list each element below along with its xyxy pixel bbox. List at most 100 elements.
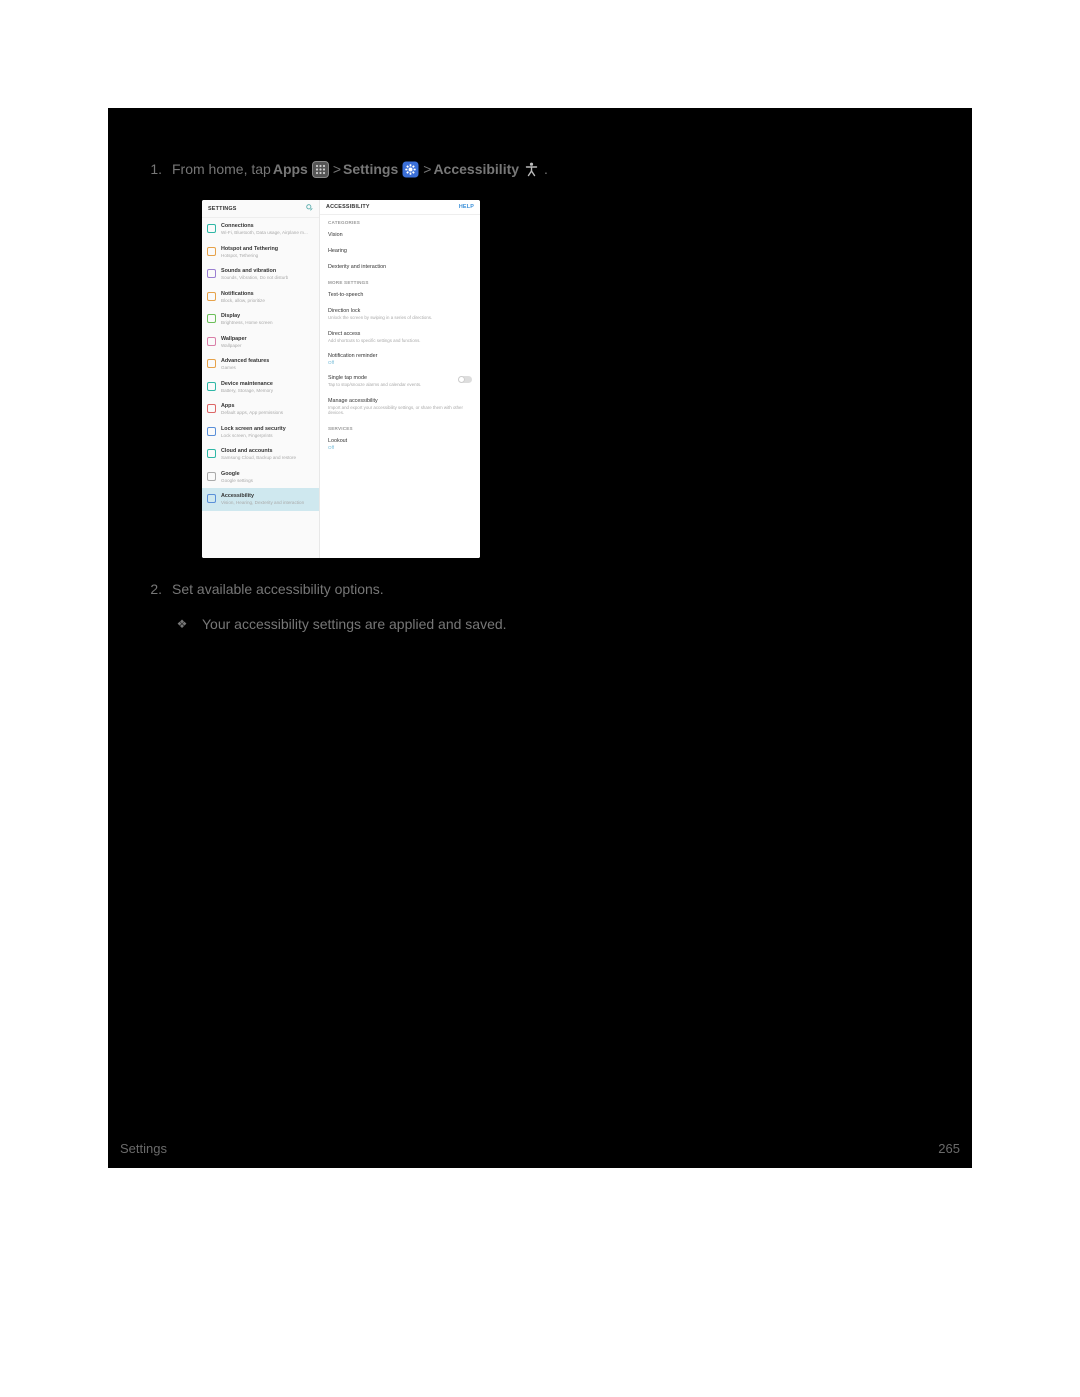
settings-item-title: Text-to-speech bbox=[328, 292, 472, 298]
sidebar-item: Cloud and accountsSamsung Cloud, Backup … bbox=[202, 443, 319, 466]
settings-item-title: Dexterity and interaction bbox=[328, 264, 472, 270]
apps-grid-icon bbox=[312, 161, 329, 178]
sidebar-item: Advanced featuresGames bbox=[202, 353, 319, 376]
settings-item-subtitle: Import and export your accessibility set… bbox=[328, 405, 472, 416]
sidebar-item-title: Google bbox=[221, 471, 253, 477]
sidebar-item-icon bbox=[207, 224, 216, 233]
diamond-bullet: ❖ bbox=[162, 617, 202, 631]
sidebar-item-icon bbox=[207, 269, 216, 278]
settings-item: Hearing bbox=[320, 243, 480, 259]
sidebar-item-subtitle: Brightness, Home screen bbox=[221, 320, 273, 326]
sidebar-item-title: Lock screen and security bbox=[221, 426, 286, 432]
sidebar-item-title: Apps bbox=[221, 403, 283, 409]
settings-item: Text-to-speech bbox=[320, 287, 480, 303]
step-1-settings-label: Settings bbox=[343, 158, 398, 180]
step-1-prefix: From home, tap bbox=[172, 158, 271, 180]
step-1: 1. From home, tap Apps > Settings > bbox=[142, 158, 938, 558]
sub-text: Your accessibility settings are applied … bbox=[202, 616, 507, 632]
step-1-sep-2: > bbox=[423, 158, 431, 180]
footer-page-number: 265 bbox=[938, 1141, 960, 1156]
settings-screenshot: SETTINGS ConnectionsWi-Fi, Bluetooth, Da… bbox=[202, 200, 480, 558]
sidebar-item-title: Display bbox=[221, 313, 273, 319]
settings-item: Direct accessAdd shortcuts to specific s… bbox=[320, 326, 480, 349]
step-1-sep-1: > bbox=[333, 158, 341, 180]
settings-item-title: Direct access bbox=[328, 331, 472, 337]
shot-right-header: ACCESSIBILITY bbox=[326, 204, 370, 210]
sidebar-item-subtitle: Wi-Fi, Bluetooth, Data usage, Airplane m… bbox=[221, 230, 308, 236]
settings-item: Manage accessibilityImport and export yo… bbox=[320, 393, 480, 421]
shot-left-header: SETTINGS bbox=[208, 206, 237, 212]
sidebar-item-subtitle: Sounds, Vibration, Do not disturb bbox=[221, 275, 288, 281]
sidebar-item-title: Accessibility bbox=[221, 493, 304, 499]
step-2-text: Set available accessibility options. bbox=[172, 578, 384, 600]
settings-item-title: Notification reminder bbox=[328, 353, 472, 359]
step-2: 2. Set available accessibility options. … bbox=[142, 578, 938, 632]
settings-item: Dexterity and interaction bbox=[320, 259, 480, 275]
settings-item-status: Off bbox=[328, 445, 472, 450]
settings-item-title: Vision bbox=[328, 232, 472, 238]
sidebar-item-subtitle: Vision, Hearing, Dexterity and interacti… bbox=[221, 500, 304, 506]
settings-item: Single tap modeTap to stop/snooze alarms… bbox=[320, 370, 480, 393]
help-link: HELP bbox=[459, 204, 474, 210]
sidebar-item-icon bbox=[207, 382, 216, 391]
sidebar-item-icon bbox=[207, 359, 216, 368]
sidebar-item-subtitle: Hotspot, Tethering bbox=[221, 253, 278, 259]
sidebar-item-subtitle: Samsung Cloud, Backup and restore bbox=[221, 455, 296, 461]
sidebar-item-subtitle: Battery, Storage, Memory bbox=[221, 388, 273, 394]
sidebar-item: AccessibilityVision, Hearing, Dexterity … bbox=[202, 488, 319, 511]
sidebar-item-subtitle: Default apps, App permissions bbox=[221, 410, 283, 416]
sidebar-item: Lock screen and securityLock screen, Fin… bbox=[202, 421, 319, 444]
sidebar-item: AppsDefault apps, App permissions bbox=[202, 398, 319, 421]
sidebar-item-icon bbox=[207, 337, 216, 346]
settings-item: LookoutOff bbox=[320, 433, 480, 455]
sidebar-item-subtitle: Games bbox=[221, 365, 269, 371]
sidebar-item-icon bbox=[207, 427, 216, 436]
settings-item-subtitle: Tap to stop/snooze alarms and calendar e… bbox=[328, 382, 472, 388]
settings-item-title: Manage accessibility bbox=[328, 398, 472, 404]
settings-item-status: Off bbox=[328, 360, 472, 365]
step-1-period: . bbox=[544, 158, 548, 180]
settings-item-title: Direction lock bbox=[328, 308, 472, 314]
sidebar-item: WallpaperWallpaper bbox=[202, 331, 319, 354]
step-1-apps-label: Apps bbox=[273, 158, 308, 180]
cat-more-settings: MORE SETTINGS bbox=[320, 275, 480, 287]
sidebar-item-icon bbox=[207, 292, 216, 301]
sidebar-item: Device maintenanceBattery, Storage, Memo… bbox=[202, 376, 319, 399]
footer-section: Settings bbox=[120, 1141, 167, 1156]
cat-categories: CATEGORIES bbox=[320, 215, 480, 227]
settings-item-title: Single tap mode bbox=[328, 375, 472, 381]
sidebar-item: NotificationsBlock, allow, prioritize bbox=[202, 286, 319, 309]
sidebar-item-subtitle: Wallpaper bbox=[221, 343, 247, 349]
settings-gear-icon bbox=[402, 161, 419, 178]
sidebar-item-icon bbox=[207, 494, 216, 503]
sidebar-item-subtitle: Google settings bbox=[221, 478, 253, 484]
sidebar-item-title: Notifications bbox=[221, 291, 265, 297]
step-1-number: 1. bbox=[142, 158, 172, 180]
toggle-switch bbox=[458, 376, 472, 383]
sidebar-item: GoogleGoogle settings bbox=[202, 466, 319, 489]
sidebar-item-icon bbox=[207, 247, 216, 256]
sidebar-item-title: Advanced features bbox=[221, 358, 269, 364]
sidebar-item-title: Cloud and accounts bbox=[221, 448, 296, 454]
sidebar-item-title: Connections bbox=[221, 223, 308, 229]
step-2-number: 2. bbox=[142, 578, 172, 600]
sidebar-item-title: Device maintenance bbox=[221, 381, 273, 387]
sidebar-item: Sounds and vibrationSounds, Vibration, D… bbox=[202, 263, 319, 286]
step-1-accessibility-label: Accessibility bbox=[433, 158, 519, 180]
sidebar-item-title: Hotspot and Tethering bbox=[221, 246, 278, 252]
search-icon bbox=[306, 204, 313, 213]
settings-item: Notification reminderOff bbox=[320, 348, 480, 370]
sidebar-item-title: Wallpaper bbox=[221, 336, 247, 342]
settings-item: Vision bbox=[320, 227, 480, 243]
sidebar-item-icon bbox=[207, 449, 216, 458]
sidebar-item: ConnectionsWi-Fi, Bluetooth, Data usage,… bbox=[202, 218, 319, 241]
sidebar-item-subtitle: Lock screen, Fingerprints bbox=[221, 433, 286, 439]
settings-item: Direction lockUnlock the screen by swipi… bbox=[320, 303, 480, 326]
cat-services: SERVICES bbox=[320, 421, 480, 433]
accessibility-person-icon bbox=[523, 161, 540, 178]
sidebar-item-icon bbox=[207, 314, 216, 323]
settings-item-title: Hearing bbox=[328, 248, 472, 254]
settings-item-title: Lookout bbox=[328, 438, 472, 444]
sidebar-item-subtitle: Block, allow, prioritize bbox=[221, 298, 265, 304]
sidebar-item-title: Sounds and vibration bbox=[221, 268, 288, 274]
